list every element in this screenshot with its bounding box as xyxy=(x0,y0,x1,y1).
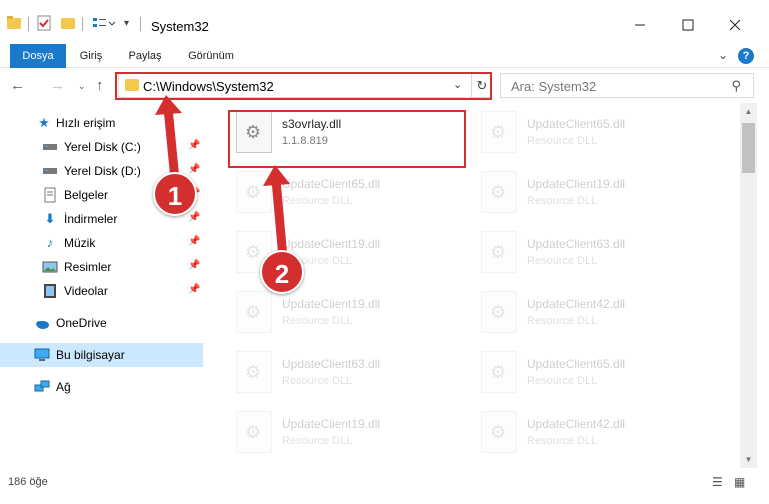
computer-icon xyxy=(34,347,50,363)
maximize-button[interactable] xyxy=(668,12,708,38)
window-title: System32 xyxy=(151,19,209,34)
close-button[interactable] xyxy=(715,12,755,38)
dll-file-icon: ⚙ xyxy=(481,411,517,453)
tab-share[interactable]: Paylaş xyxy=(120,44,170,68)
file-item[interactable]: ⚙ UpdateClient19.dll Resource DLL xyxy=(230,407,470,467)
status-bar: 186 öğe ☰ ▦ xyxy=(0,468,769,504)
sidebar-item-network[interactable]: Ağ xyxy=(0,375,203,399)
dll-file-icon: ⚙ xyxy=(236,411,272,453)
new-folder-icon[interactable] xyxy=(60,15,76,31)
search-input[interactable]: Ara: System32 xyxy=(511,79,596,94)
dll-file-icon: ⚙ xyxy=(236,351,272,393)
minimize-icon xyxy=(635,24,645,26)
sidebar-item-quick-access[interactable]: ★ Hızlı erişim xyxy=(0,111,203,135)
file-item[interactable]: ⚙ UpdateClient65.dll Resource DLL xyxy=(230,167,470,227)
file-item[interactable]: ⚙ UpdateClient42.dll Resource DLL xyxy=(475,287,715,347)
help-button[interactable]: ? xyxy=(738,48,754,64)
scroll-down-icon[interactable]: ▼ xyxy=(740,451,757,468)
dll-file-icon: ⚙ xyxy=(481,351,517,393)
large-icons-view-icon[interactable]: ▦ xyxy=(734,475,745,489)
pin-icon[interactable]: 📌 xyxy=(188,260,200,271)
star-icon: ★ xyxy=(38,115,50,130)
drive-icon xyxy=(42,139,58,155)
dll-file-icon: ⚙ xyxy=(236,171,272,213)
video-icon xyxy=(42,283,58,299)
minimize-button[interactable] xyxy=(620,12,660,38)
close-icon xyxy=(729,19,741,31)
cloud-icon xyxy=(34,315,50,331)
dll-file-icon: ⚙ xyxy=(481,231,517,273)
sidebar-item-this-pc[interactable]: Bu bilgisayar xyxy=(0,343,203,367)
customize-toolbar-icon[interactable]: ▾ xyxy=(124,18,134,34)
file-item[interactable]: ⚙ UpdateClient19.dll Resource DLL xyxy=(230,287,470,347)
search-icon[interactable]: ⚲ xyxy=(731,78,741,94)
toolbar-separator xyxy=(28,17,29,31)
file-item[interactable]: ⚙ UpdateClient65.dll Resource DLL xyxy=(475,107,715,167)
dll-file-icon: ⚙ xyxy=(236,291,272,333)
file-item[interactable]: ⚙ UpdateClient63.dll Resource DLL xyxy=(230,347,470,407)
tab-home[interactable]: Giriş xyxy=(70,44,112,68)
toolbar-separator xyxy=(82,17,83,31)
download-icon: ⬇ xyxy=(44,211,56,226)
sidebar-item-music[interactable]: ♪ Müzik 📌 xyxy=(0,231,203,255)
pin-icon[interactable]: 📌 xyxy=(188,140,200,151)
sidebar-item-disk-c[interactable]: Yerel Disk (C:) 📌 xyxy=(0,135,203,159)
vertical-scrollbar[interactable]: ▲ ▼ xyxy=(740,103,757,468)
file-highlight xyxy=(228,110,466,168)
properties-icon[interactable] xyxy=(36,15,52,31)
view-options-icon[interactable] xyxy=(92,15,116,31)
recent-locations-icon[interactable]: ⌄ xyxy=(78,81,86,92)
drive-icon xyxy=(42,163,58,179)
pin-icon[interactable]: 📌 xyxy=(188,236,200,247)
toolbar-separator xyxy=(140,17,141,31)
file-item[interactable]: ⚙ UpdateClient63.dll Resource DLL xyxy=(475,227,715,287)
pin-icon[interactable]: 📌 xyxy=(188,284,200,295)
scroll-up-icon[interactable]: ▲ xyxy=(740,103,757,120)
sidebar-item-videos[interactable]: Videolar 📌 xyxy=(0,279,203,303)
pin-icon[interactable]: 📌 xyxy=(188,164,200,175)
step-badge-2: 2 xyxy=(260,250,304,294)
ribbon-tabs: Dosya Giriş Paylaş Görünüm ⌄ ? xyxy=(0,44,769,68)
item-count: 186 öğe xyxy=(8,476,48,488)
sidebar-item-onedrive[interactable]: OneDrive xyxy=(0,311,203,335)
file-item[interactable]: ⚙ UpdateClient19.dll Resource DLL xyxy=(475,167,715,227)
forward-button[interactable]: → xyxy=(50,77,65,94)
dll-file-icon: ⚙ xyxy=(481,111,517,153)
documents-icon xyxy=(42,187,58,203)
tab-view[interactable]: Görünüm xyxy=(180,44,242,68)
file-item[interactable]: ⚙ UpdateClient42.dll Resource DLL xyxy=(475,407,715,467)
pin-icon[interactable]: 📌 xyxy=(188,212,200,223)
dll-file-icon: ⚙ xyxy=(481,171,517,213)
pictures-icon xyxy=(42,259,58,275)
up-button[interactable]: ↑ xyxy=(96,77,104,94)
scrollbar-thumb[interactable] xyxy=(742,123,755,173)
music-icon: ♪ xyxy=(46,235,54,250)
sidebar-item-pictures[interactable]: Resimler 📌 xyxy=(0,255,203,279)
title-bar: ▾ System32 xyxy=(0,0,769,44)
back-button[interactable]: ← xyxy=(10,77,25,94)
tab-file[interactable]: Dosya xyxy=(10,44,66,68)
details-view-icon[interactable]: ☰ xyxy=(712,475,723,489)
dll-file-icon: ⚙ xyxy=(481,291,517,333)
maximize-icon xyxy=(682,19,694,31)
network-icon xyxy=(34,379,50,395)
search-box[interactable]: Ara: System32 ⚲ xyxy=(500,73,754,98)
folder-icon xyxy=(6,15,22,31)
navigation-pane: ★ Hızlı erişim Yerel Disk (C:) 📌 Yerel D… xyxy=(0,103,205,468)
step-badge-1: 1 xyxy=(153,172,197,216)
file-item[interactable]: ⚙ UpdateClient65.dll Resource DLL xyxy=(475,347,715,407)
address-bar-highlight xyxy=(115,72,492,100)
expand-ribbon-icon[interactable]: ⌄ xyxy=(718,48,728,62)
